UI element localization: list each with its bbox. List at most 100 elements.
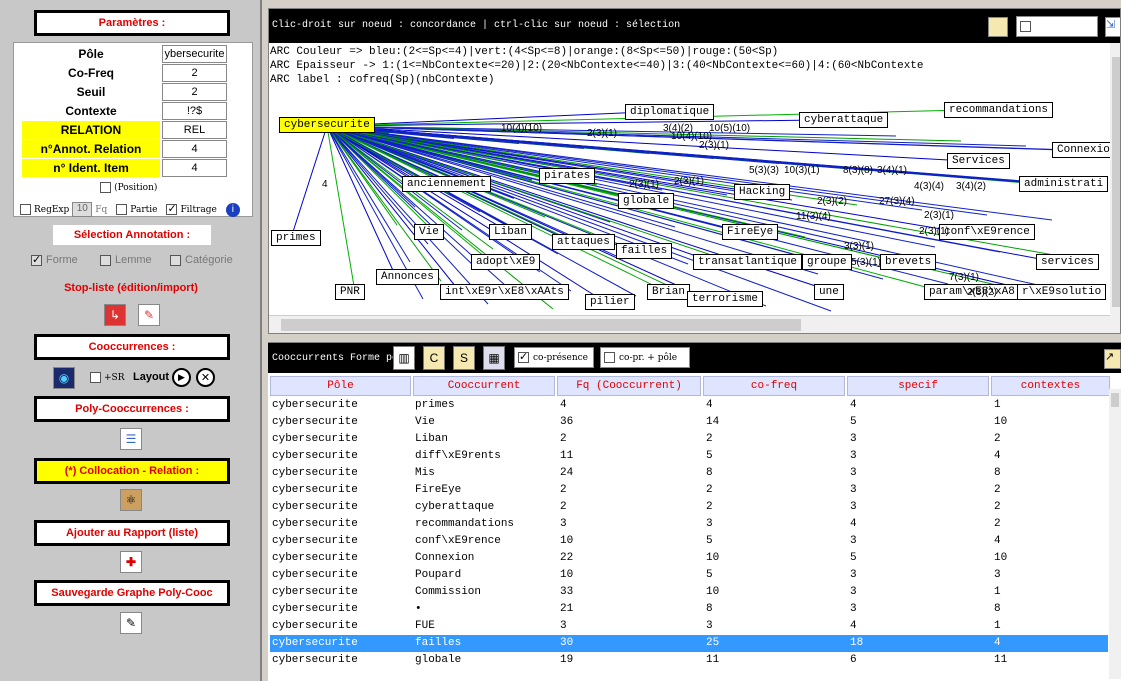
- graph-node-diplomatique[interactable]: diplomatique: [625, 104, 715, 120]
- graph-node-groupe[interactable]: groupe: [802, 254, 852, 270]
- graph-copresence-checkbox[interactable]: [1020, 19, 1031, 32]
- graph-node-PNR[interactable]: PNR: [335, 284, 365, 300]
- graph-node-pirates[interactable]: pirates: [539, 168, 596, 184]
- table-row[interactable]: cybersecurite globale 19 11 6 11: [270, 652, 1108, 669]
- graph-node-Hacking[interactable]: Hacking: [734, 184, 791, 200]
- column-pole[interactable]: Pôle: [270, 376, 411, 396]
- forme-checkbox[interactable]: [31, 253, 42, 266]
- column-fq[interactable]: Fq (Cooccurrent): [557, 376, 701, 396]
- table-view-icon[interactable]: ▦: [483, 346, 505, 370]
- layout-stop-icon[interactable]: ✕: [196, 368, 215, 387]
- cofreq-input[interactable]: 2: [162, 64, 227, 82]
- table-cell: 30: [560, 637, 574, 649]
- copr-pole-checkbox[interactable]: [604, 352, 615, 363]
- table-row[interactable]: cybersecurite recommandations 3 3 4 2: [270, 516, 1108, 533]
- specif-view-icon[interactable]: S: [453, 346, 475, 370]
- scrollbar-thumb[interactable]: [1112, 57, 1120, 307]
- graph-node-pilier[interactable]: pilier: [585, 294, 635, 310]
- bar-chart-icon[interactable]: ▥: [393, 346, 415, 370]
- collocation-icon[interactable]: ⚛: [120, 489, 142, 511]
- column-specif[interactable]: specif: [847, 376, 989, 396]
- graph-node-administration[interactable]: administrati: [1019, 176, 1109, 192]
- graph-node-Connexion[interactable]: Connexio: [1052, 142, 1110, 158]
- lemme-checkbox[interactable]: [100, 254, 111, 266]
- ident-item-input[interactable]: 4: [162, 159, 227, 177]
- table-copresence-checkbox[interactable]: [518, 350, 529, 363]
- table-row[interactable]: cybersecurite failles 30 25 18 4: [270, 635, 1108, 652]
- pole-input[interactable]: ybersecurite: [162, 45, 227, 63]
- table-row[interactable]: cybersecurite diff\xE9rents 11 5 3 4: [270, 448, 1108, 465]
- contexte-input[interactable]: !?$: [162, 102, 227, 120]
- table-row[interactable]: cybersecurite primes 4 4 4 1: [270, 397, 1108, 414]
- table-row[interactable]: cybersecurite Liban 2 2 3 2: [270, 431, 1108, 448]
- table-row[interactable]: cybersecurite FUE 3 3 4 1: [270, 618, 1108, 635]
- layout-play-icon[interactable]: ▶: [172, 368, 191, 387]
- regexp-checkbox[interactable]: [20, 204, 31, 215]
- graph-edge-label: 2(3)(1): [924, 210, 955, 221]
- scrollbar-thumb[interactable]: [281, 319, 801, 331]
- save-graph-icon[interactable]: ✎: [120, 612, 142, 634]
- export-icon[interactable]: ⇲: [1105, 17, 1120, 37]
- table-row[interactable]: cybersecurite Poupard 10 5 3 3: [270, 567, 1108, 584]
- graph-node-cyberattaque[interactable]: cyberattaque: [799, 112, 889, 128]
- info-icon[interactable]: i: [225, 202, 240, 217]
- position-checkbox[interactable]: [100, 181, 111, 193]
- column-contextes[interactable]: contextes: [991, 376, 1110, 396]
- annot-relation-input[interactable]: 4: [162, 140, 227, 158]
- sr-checkbox[interactable]: [90, 372, 101, 383]
- table-row[interactable]: cybersecurite Mis 24 8 3 8: [270, 465, 1108, 482]
- seuil-input[interactable]: 2: [162, 83, 227, 101]
- graph-node-services[interactable]: services: [1036, 254, 1099, 270]
- categorie-checkbox[interactable]: [170, 254, 181, 266]
- graph-node-cybersecurite[interactable]: cybersecurite: [279, 117, 375, 133]
- graph-node-anciennement[interactable]: anciennement: [402, 176, 492, 192]
- graph-node-Liban[interactable]: Liban: [489, 224, 533, 240]
- graph-canvas[interactable]: ARC Couleur => bleu:(2<=Sp<=4)|vert:(4<S…: [269, 43, 1110, 315]
- stopliste-import-icon[interactable]: ✎: [138, 304, 160, 326]
- table-export-icon[interactable]: ↗: [1104, 349, 1121, 369]
- param-label: Co-Freq: [68, 66, 114, 80]
- stopliste-edit-icon[interactable]: ↳: [104, 304, 126, 326]
- graph-node-primes[interactable]: primes: [271, 230, 321, 246]
- table-row[interactable]: cybersecurite Commission 33 10 3 1: [270, 584, 1108, 601]
- graph-node-attaques[interactable]: attaques: [552, 234, 615, 250]
- graph-node-FireEye[interactable]: FireEye: [722, 224, 779, 240]
- table-vertical-scrollbar[interactable]: [1109, 389, 1121, 679]
- relation-input[interactable]: REL: [162, 121, 227, 139]
- graph-horizontal-scrollbar[interactable]: [269, 315, 1110, 333]
- graph-node-adopte[interactable]: adopt\xE9: [471, 254, 541, 270]
- graph-node-Annonces[interactable]: Annonces: [376, 269, 439, 285]
- table-row[interactable]: cybersecurite conf\xE9rence 10 5 3 4: [270, 533, 1108, 550]
- filtrage-checkbox[interactable]: [166, 202, 178, 215]
- column-cofreq[interactable]: co-freq: [703, 376, 845, 396]
- partie-checkbox[interactable]: [116, 204, 128, 215]
- poly-cooccurrences-icon[interactable]: ☰: [120, 428, 142, 450]
- graph-node-une[interactable]: une: [814, 284, 844, 300]
- table-row[interactable]: cybersecurite • 21 8 3 8: [270, 601, 1108, 618]
- graph-node-Services[interactable]: Services: [947, 153, 1010, 169]
- graph-node-solution[interactable]: r\xE9solutio: [1017, 284, 1107, 300]
- scrollbar-thumb[interactable]: [1111, 393, 1119, 407]
- add-report-icon[interactable]: ✚: [120, 551, 142, 573]
- table-row[interactable]: cybersecurite Connexion 22 10 5 10: [270, 550, 1108, 567]
- graph-node-Vie[interactable]: Vie: [414, 224, 444, 240]
- graph-node-recommandations[interactable]: recommandations: [944, 102, 1054, 118]
- graph-node-brevets[interactable]: brevets: [880, 254, 937, 270]
- graph-node-conference[interactable]: conf\xE9rence: [939, 224, 1035, 240]
- grid-icon[interactable]: [988, 17, 1008, 37]
- graph-node-terrorisme[interactable]: terrorisme: [687, 291, 764, 307]
- fq-input[interactable]: 10: [72, 202, 93, 217]
- cooccurrences-run-icon[interactable]: ◉: [53, 367, 75, 389]
- graph-node-failles[interactable]: failles: [616, 243, 673, 259]
- graph-node-globale[interactable]: globale: [618, 193, 675, 209]
- table-row[interactable]: cybersecurite cyberattaque 2 2 3 2: [270, 499, 1108, 516]
- table-row[interactable]: cybersecurite FireEye 2 2 3 2: [270, 482, 1108, 499]
- graph-node-transatlantique[interactable]: transatlantique: [693, 254, 803, 270]
- graph-node-interets[interactable]: int\xE9r\xE8\xAAts: [440, 284, 569, 300]
- cooc-view-icon[interactable]: C: [423, 346, 445, 370]
- table-row[interactable]: cybersecurite Vie 36 14 5 10: [270, 414, 1108, 431]
- graph-vertical-scrollbar[interactable]: [1110, 43, 1120, 333]
- column-cooccurrent[interactable]: Cooccurrent: [413, 376, 555, 396]
- copr-pole-label: co-pr. + pôle: [619, 352, 678, 363]
- graph-node-Brian[interactable]: Brian: [647, 284, 691, 300]
